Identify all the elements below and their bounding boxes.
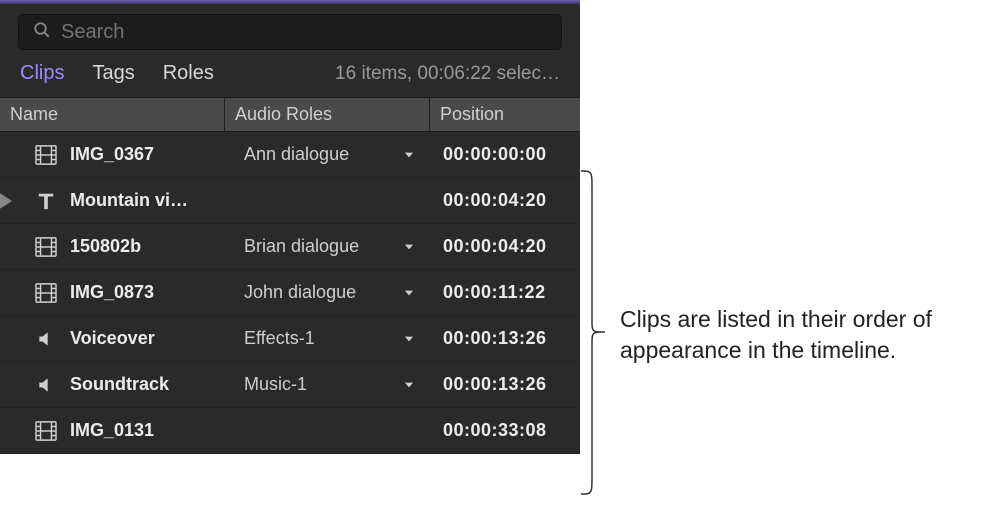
cell-name: Mountain vi… [0,190,225,212]
clip-name: IMG_0131 [70,420,154,441]
annotation-callout: Clips are listed in their order of appea… [580,0,966,500]
cell-name: Soundtrack [0,374,225,396]
cell-position: 00:00:00:00 [430,144,580,165]
playhead-indicator-icon [0,192,12,210]
film-icon [34,282,58,304]
clip-name: 150802b [70,236,141,257]
cell-audio-role[interactable]: John dialogue [225,282,430,303]
audio-role-label: Ann dialogue [244,144,349,165]
search-input[interactable] [61,21,547,44]
chevron-down-icon[interactable] [402,148,416,162]
cell-name: 150802b [0,236,225,258]
audio-icon [34,328,58,350]
table-row[interactable]: Soundtrack Music-1 00:00:13:26 [0,362,580,408]
cell-audio-role[interactable]: Music-1 [225,374,430,395]
film-icon [34,420,58,442]
clips-panel: Clips Tags Roles 16 items, 00:06:22 sele… [0,0,580,454]
film-icon [34,144,58,166]
annotation-text: Clips are listed in their order of appea… [606,304,966,366]
chevron-down-icon[interactable] [402,240,416,254]
film-icon [34,236,58,258]
search-icon [33,21,51,44]
table-row[interactable]: Mountain vi… 00:00:04:20 [0,178,580,224]
tab-tags[interactable]: Tags [92,62,134,85]
header-name[interactable]: Name [0,98,225,131]
audio-role-label: Music-1 [244,374,307,395]
cell-position: 00:00:33:08 [430,420,580,441]
tab-roles[interactable]: Roles [163,62,214,85]
cell-audio-role[interactable]: Ann dialogue [225,144,430,165]
cell-position: 00:00:13:26 [430,328,580,349]
table-row[interactable]: 150802b Brian dialogue 00:00:04:20 [0,224,580,270]
audio-role-label: John dialogue [244,282,356,303]
cell-position: 00:00:04:20 [430,236,580,257]
bracket-icon [580,170,606,500]
header-position[interactable]: Position [430,98,580,131]
clip-name: Soundtrack [70,374,169,395]
clip-name: Voiceover [70,328,155,349]
audio-icon [34,374,58,396]
search-bar[interactable] [18,14,562,50]
tab-bar: Clips Tags Roles 16 items, 00:06:22 sele… [0,58,580,97]
clip-list: IMG_0367 Ann dialogue 00:00:00:00 Mountain … [0,132,580,454]
header-roles[interactable]: Audio Roles [225,98,430,131]
clip-name: IMG_0873 [70,282,154,303]
cell-name: Voiceover [0,328,225,350]
text-icon [34,190,58,212]
cell-position: 00:00:11:22 [430,282,580,303]
table-row[interactable]: IMG_0367 Ann dialogue 00:00:00:00 [0,132,580,178]
cell-audio-role[interactable]: Effects-1 [225,328,430,349]
table-row[interactable]: IMG_0873 John dialogue 00:00:11:22 [0,270,580,316]
cell-position: 00:00:04:20 [430,190,580,211]
audio-role-label: Effects-1 [244,328,315,349]
cell-name: IMG_0131 [0,420,225,442]
cell-position: 00:00:13:26 [430,374,580,395]
cell-name: IMG_0367 [0,144,225,166]
audio-role-label: Brian dialogue [244,236,359,257]
chevron-down-icon[interactable] [402,332,416,346]
selection-status: 16 items, 00:06:22 selec… [335,63,560,85]
tab-clips[interactable]: Clips [20,62,64,85]
cell-audio-role[interactable]: Brian dialogue [225,236,430,257]
search-bar-container [0,4,580,58]
table-row[interactable]: Voiceover Effects-1 00:00:13:26 [0,316,580,362]
table-row[interactable]: IMG_0131 00:00:33:08 [0,408,580,454]
column-headers: Name Audio Roles Position [0,97,580,132]
chevron-down-icon[interactable] [402,286,416,300]
chevron-down-icon[interactable] [402,378,416,392]
clip-name: Mountain vi… [70,190,188,211]
cell-name: IMG_0873 [0,282,225,304]
clip-name: IMG_0367 [70,144,154,165]
